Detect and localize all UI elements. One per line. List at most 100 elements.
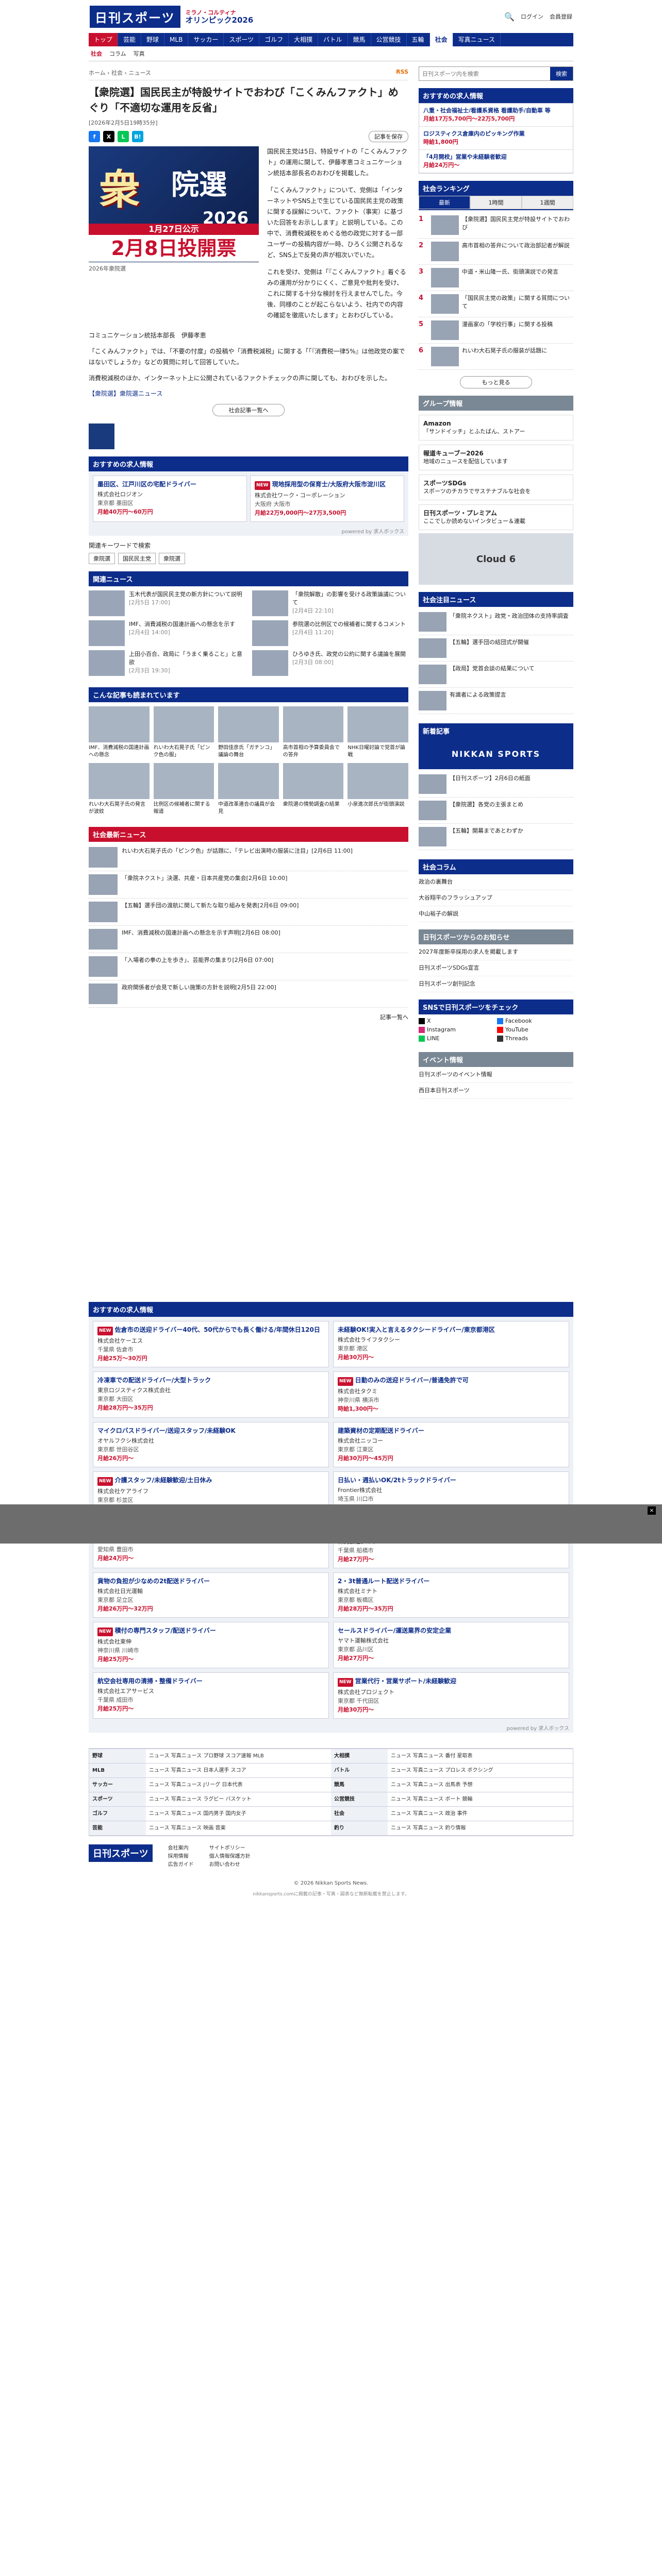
photo-news-thumbnail[interactable] <box>218 706 279 742</box>
sns-link[interactable]: LINE <box>419 1035 495 1042</box>
overlay-ad-band[interactable]: × <box>0 1504 662 1544</box>
job-card[interactable]: 墨田区、江戸川区の宅配ドライバー 株式会社ロジオン 東京都 墨田区 月給40万円〜60… <box>93 476 247 522</box>
news-thumbnail[interactable] <box>89 874 118 895</box>
job-card[interactable]: 冷凍車での配送ドライバー/大型トラック 東京ロジスティクス株式会社 東京都 大田区月… <box>93 1371 329 1418</box>
footer-category-links[interactable]: ニュース 写真ニュース ボート 競輪 <box>388 1792 476 1806</box>
news-thumbnail[interactable] <box>252 650 288 676</box>
footer-category-links[interactable]: ニュース 写真ニュース Jリーグ 日本代表 <box>146 1778 246 1792</box>
footer-category-links[interactable]: ニュース 写真ニュース プロレス ボクシング <box>388 1764 496 1777</box>
footer-category[interactable]: バトル <box>331 1764 388 1777</box>
news-thumbnail[interactable] <box>89 929 118 950</box>
nav-item[interactable]: 社会 <box>429 33 453 46</box>
jobs-powered[interactable]: powered by 求人ボックス <box>89 526 408 536</box>
ranking-item[interactable]: 5 漫画家の「学校行事」に関する投稿 <box>419 317 573 344</box>
rss-link[interactable]: RSS <box>396 69 408 77</box>
ranking-more-button[interactable]: もっと見る <box>460 376 532 388</box>
related-news-item[interactable]: ひろゆき氏、政党の公約に関する議論を展開 [2月3日 08:00] <box>252 650 408 676</box>
facebook-share-icon[interactable]: f <box>89 131 100 142</box>
footer-category-links[interactable]: ニュース 写真ニュース 出馬表 予想 <box>388 1778 476 1792</box>
job-card[interactable]: 建築資材の定期配送ドライバー 株式会社ニッコー 東京都 江東区 月給30万円〜45万円 <box>333 1422 569 1467</box>
footer-logo[interactable]: 日刊スポーツ <box>89 1844 153 1862</box>
photo-news-item[interactable]: 中道改革連合の議員が会見 <box>218 763 279 816</box>
related-news-item[interactable]: IMF、消費減税の国連計画への懸念を示す [2月4日 14:00] <box>89 620 245 646</box>
footer-category[interactable]: 釣り <box>331 1821 388 1835</box>
group-ad[interactable]: 日刊スポーツ・プレミアム ここでしか読めないインタビュー＆連載 <box>419 504 573 530</box>
nav-item[interactable]: 芸能 <box>118 33 142 46</box>
keyword-tag[interactable]: 衆院選 <box>89 553 115 564</box>
footer-category-links[interactable]: ニュース 写真ニュース 日本人選手 スコア <box>146 1764 250 1777</box>
bottom-jobs-powered[interactable]: powered by 求人ボックス <box>89 1723 573 1733</box>
nav-item[interactable]: 野球 <box>141 33 165 46</box>
society-news-item[interactable]: 「衆院ネクスト」決選、共産・日本共産党の集会[2月6日 10:00] <box>89 871 408 899</box>
group-ad[interactable]: スポーツSDGs スポーツのチカラでサステナブルな社会を <box>419 474 573 500</box>
related-link[interactable]: 【衆院選】衆院選ニュース <box>89 389 408 398</box>
side-society-item[interactable]: 有識者による政策提言 <box>419 688 573 714</box>
footer-category-links[interactable]: ニュース 写真ニュース ラグビー バスケット <box>146 1792 255 1806</box>
site-logo[interactable]: 日刊スポーツ <box>90 5 180 28</box>
footer-link[interactable]: サイトポリシー <box>209 1844 251 1853</box>
close-icon[interactable]: × <box>648 1506 656 1515</box>
footer-category-links[interactable]: ニュース 写真ニュース 国内男子 国内女子 <box>146 1807 250 1821</box>
column-link[interactable]: 政治の裏舞台 <box>419 874 573 890</box>
group-ad[interactable]: Amazon 「サンドイッチ」とふたばん、ストアー <box>419 415 573 440</box>
news-thumbnail[interactable] <box>252 620 288 646</box>
photo-news-thumbnail[interactable] <box>347 706 408 742</box>
side-society-item[interactable]: 【五輪】選手団の結団式が開催 <box>419 635 573 662</box>
event-info-link[interactable]: 日刊スポーツのイベント情報 <box>419 1067 573 1083</box>
society-news-item[interactable]: れいわ大石晃子氏の「ピンク色」が話題に、「テレビ出演時の服装に注目」[2月6日 … <box>89 844 408 871</box>
footer-category[interactable]: 公営競技 <box>331 1792 388 1806</box>
nav-item[interactable]: バトル <box>318 33 348 46</box>
photo-news-item[interactable]: 比例区の候補者に関する報道 <box>153 763 214 816</box>
side-society-item[interactable]: 【政局】党首会談の結果について <box>419 662 573 688</box>
nav-item[interactable]: 写真ニュース <box>453 33 501 46</box>
society-news-item[interactable]: IMF、消費減税の国連計画への懸念を示す声明[2月6日 08:00] <box>89 926 408 953</box>
event-link[interactable]: 日刊スポーツSDGs宣言 <box>419 960 573 976</box>
sns-link[interactable]: Threads <box>497 1035 573 1042</box>
sns-link[interactable]: YouTube <box>497 1026 573 1033</box>
footer-category[interactable]: 芸能 <box>89 1821 146 1835</box>
news-thumbnail[interactable] <box>89 984 118 1004</box>
footer-category[interactable]: 大相撲 <box>331 1749 388 1763</box>
photo-news-item[interactable]: 衆院選の情勢調査の結果 <box>283 763 344 816</box>
photo-news-item[interactable]: IMF、消費減税の国連計画への懸念 <box>89 706 150 759</box>
society-news-item[interactable]: 「入場者の拳の上を歩き」、芸能界の集まり[2月6日 07:00] <box>89 953 408 980</box>
ranking-thumbnail[interactable] <box>431 215 459 235</box>
hatena-share-icon[interactable]: B! <box>132 131 143 142</box>
footer-link[interactable]: お問い合わせ <box>209 1861 251 1869</box>
olympic-banner[interactable]: ミラノ・コルティナ オリンピック2026 <box>186 9 254 24</box>
photo-news-thumbnail[interactable] <box>89 706 150 742</box>
x-share-icon[interactable]: X <box>103 131 114 142</box>
news-thumbnail[interactable] <box>419 774 446 794</box>
job-card[interactable]: NEW 積付の専門スタッフ/配送ドライバー 株式会社東伸 神奈川県 川崎市 月給25万円… <box>93 1622 329 1668</box>
news-thumbnail[interactable] <box>419 612 446 632</box>
subnav-item[interactable]: コラム <box>109 49 126 58</box>
keyword-tag[interactable]: 国民民主党 <box>118 553 156 564</box>
event-info-link[interactable]: 西日本日刊スポーツ <box>419 1083 573 1099</box>
nav-item[interactable]: MLB <box>164 33 189 46</box>
footer-link[interactable]: 採用情報 <box>168 1853 194 1861</box>
event-link[interactable]: 2027年度新卒採用の求人を掲載します <box>419 944 573 960</box>
search-button[interactable]: 検索 <box>550 67 573 80</box>
search-icon[interactable]: 🔍 <box>504 12 515 22</box>
news-thumbnail[interactable] <box>89 847 118 868</box>
event-link[interactable]: 日刊スポーツ創刊記念 <box>419 976 573 992</box>
photo-news-item[interactable]: 高市首相の予算委員会での答弁 <box>283 706 344 759</box>
ranking-item[interactable]: 2 高市首相の答弁について政治部記者が解説 <box>419 239 573 265</box>
footer-category[interactable]: スポーツ <box>89 1792 146 1806</box>
photo-news-thumbnail[interactable] <box>153 706 214 742</box>
sns-link[interactable]: Instagram <box>419 1026 495 1033</box>
side-society-item[interactable]: 「衆院ネクスト」政党・政治団体の支持率調査 <box>419 609 573 635</box>
footer-category[interactable]: 社会 <box>331 1807 388 1821</box>
ranking-tab[interactable]: 最新 <box>419 196 470 209</box>
ranking-item[interactable]: 4 「国民民主党の政策」に関する質問について <box>419 291 573 317</box>
nav-item[interactable]: 競馬 <box>348 33 371 46</box>
footer-category-links[interactable]: ニュース 写真ニュース 番付 星取表 <box>388 1749 476 1763</box>
job-card[interactable]: 2・3t普通ルート配送ドライバー 株式会社ミナト 東京都 板橋区 月給28万円〜35万… <box>333 1572 569 1618</box>
photo-news-thumbnail[interactable] <box>89 763 150 799</box>
related-news-item[interactable]: 参院選の比例区での候補者に関するコメント [2月4日 11:20] <box>252 620 408 646</box>
footer-category-links[interactable]: ニュース 写真ニュース 政治 事件 <box>388 1807 471 1821</box>
election-photo[interactable]: 衆 院選 2026 1月27日公示 2月8日投開票 <box>89 146 259 262</box>
nav-item[interactable]: 大相撲 <box>289 33 319 46</box>
keyword-tag[interactable]: 衆院選 <box>159 553 185 564</box>
ranking-thumbnail[interactable] <box>431 320 459 340</box>
